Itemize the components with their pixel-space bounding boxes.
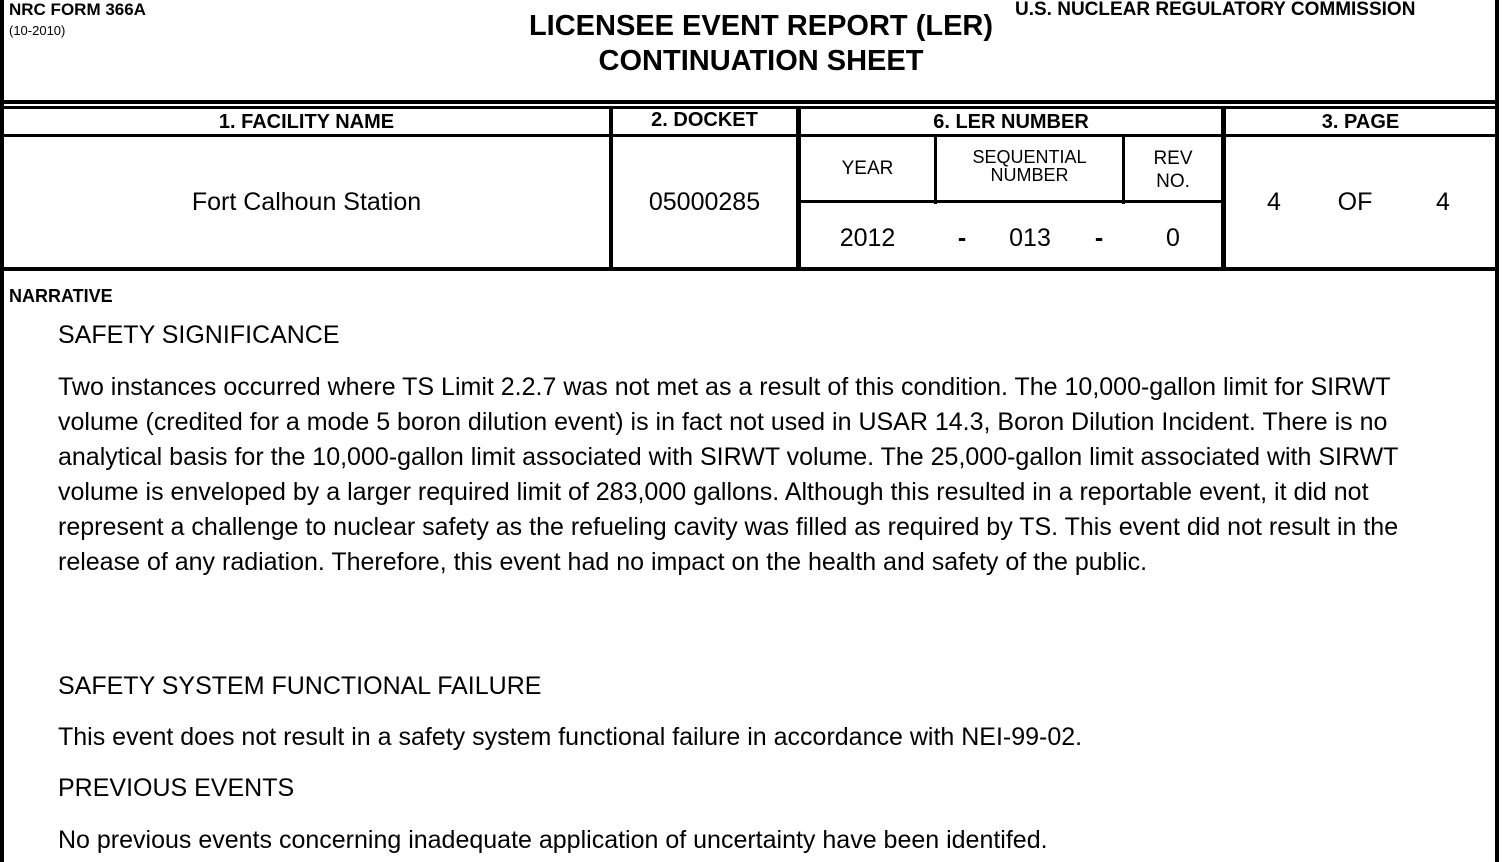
docket-value: 05000285 [648, 188, 761, 216]
page-current: 4 [1267, 188, 1281, 216]
year-label: YEAR [841, 158, 894, 179]
frame-right [1495, 0, 1499, 862]
rev-label: REV NO. [1125, 147, 1221, 193]
docket-label: 2. DOCKET [651, 109, 758, 131]
paragraph-functional-failure: This event does not result in a safety s… [58, 723, 1083, 751]
facility-name-value: Fort Calhoun Station [191, 188, 422, 216]
year-value: 2012 [839, 224, 896, 252]
ler-number-label: 6. LER NUMBER [933, 111, 1089, 133]
paragraph-previous-events: No previous events concerning inadequate… [58, 826, 1048, 854]
facility-name-label: 1. FACILITY NAME [218, 111, 395, 133]
page-of: OF [1337, 188, 1373, 216]
ler-dash-2: - [1094, 224, 1104, 252]
ler-dash-1: - [957, 224, 967, 252]
agency-name: U.S. NUCLEAR REGULATORY COMMISSION [1015, 0, 1416, 20]
rev-label-line2: NO. [1156, 171, 1190, 192]
rule-ler-subheader [800, 200, 1222, 203]
heading-functional-failure: SAFETY SYSTEM FUNCTIONAL FAILURE [58, 672, 542, 700]
rev-value: 0 [1166, 224, 1180, 252]
heading-safety-significance: SAFETY SIGNIFICANCE [58, 321, 340, 349]
page-total: 4 [1436, 188, 1450, 216]
sequential-label-line1: SEQUENTIAL [972, 147, 1087, 167]
heading-previous-events: PREVIOUS EVENTS [58, 774, 295, 802]
paragraph-safety-significance: Two instances occurred where TS Limit 2.… [58, 373, 1399, 576]
rule-top [0, 100, 1499, 104]
sequential-label: SEQUENTIAL NUMBER [937, 148, 1122, 184]
rule-label-row [0, 134, 1499, 137]
narrative-label: NARRATIVE [9, 286, 113, 306]
sequential-value: 013 [1009, 224, 1051, 252]
rev-label-line1: REV [1153, 148, 1193, 169]
rule-table-bottom [0, 267, 1499, 271]
form-subtitle: CONTINUATION SHEET [598, 45, 924, 77]
page-label: 3. PAGE [1321, 111, 1400, 133]
sequential-label-line2: NUMBER [990, 165, 1069, 185]
